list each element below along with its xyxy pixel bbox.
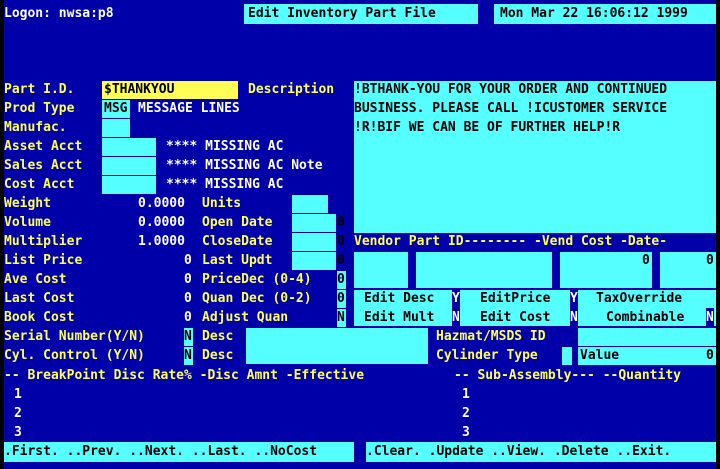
subassembly-row-3[interactable]: 3 — [462, 423, 470, 442]
adjust-quan-value: N — [337, 310, 345, 325]
subassembly-row-1[interactable]: 1 — [462, 385, 470, 404]
asset-acct-value: **** MISSING AC — [166, 139, 284, 154]
datetime-text: Mon Mar 22 16:06:12 1999 — [500, 6, 688, 21]
prod-type-desc: MESSAGE LINES — [138, 101, 240, 116]
desc-field[interactable] — [246, 328, 428, 364]
volume-value[interactable]: 0.0000 — [138, 213, 185, 232]
close-date-value: 0 — [337, 234, 345, 249]
combinable-label: Combinable — [606, 310, 685, 325]
quan-dec-value: 0 — [337, 291, 345, 306]
manufac-label: Manufac. — [4, 120, 67, 135]
book-cost-value[interactable]: 0 — [184, 308, 192, 327]
sales-acct-value: **** MISSING AC Note — [166, 158, 323, 173]
screen-title: Edit Inventory Part File — [248, 6, 436, 21]
cylinder-type-label: Cylinder Type — [436, 348, 538, 363]
ave-cost-label: Ave Cost — [4, 272, 67, 287]
last-cost-label: Last Cost — [4, 291, 75, 306]
list-price-value[interactable]: 0 — [184, 251, 192, 270]
last-updt-value: 0 — [337, 253, 345, 268]
close-date-label: CloseDate — [202, 234, 273, 249]
ave-cost-value[interactable]: 0 — [184, 270, 192, 289]
subassembly-row-2[interactable]: 2 — [462, 404, 470, 423]
units-label: Units — [202, 196, 242, 211]
serial-label: Serial Number(Y/N) — [4, 329, 145, 344]
cyl-control-value: N — [184, 348, 192, 363]
sales-acct-label: Sales Acct — [4, 158, 83, 173]
logon-text: Logon: nwsa:p8 — [4, 6, 114, 21]
subassembly-header: -- Sub-Assembly--- --Quantity — [454, 368, 681, 383]
vend-date-value: 0 — [706, 253, 714, 268]
price-dec-value: 0 — [337, 272, 345, 287]
asset-acct-label: Asset Acct — [4, 139, 83, 154]
part-id-label: Part I.D. — [4, 82, 75, 97]
vendor-header: Vendor Part ID-------- -Vend Cost -Date- — [354, 234, 668, 249]
desc-label-1: Desc — [202, 329, 234, 344]
prod-type-label: Prod Type — [4, 101, 75, 116]
manufac-field[interactable] — [102, 119, 130, 137]
description-line-2: BUSINESS. PLEASE CALL !ICUSTOMER SERVICE — [354, 101, 668, 116]
edit-desc-value[interactable]: Y — [452, 289, 460, 308]
vendor-part-id-field[interactable] — [416, 252, 552, 288]
breakpoint-row-1[interactable]: 1 — [14, 385, 22, 404]
edit-cost-value[interactable]: N — [570, 308, 578, 327]
breakpoint-row-2[interactable]: 2 — [14, 404, 22, 423]
breakpoint-row-3[interactable]: 3 — [14, 423, 22, 442]
edit-price-label: EditPrice — [480, 291, 551, 306]
list-price-label: List Price — [4, 253, 83, 268]
multiplier-value[interactable]: 1.0000 — [138, 232, 185, 251]
part-id-value: $THANKYOU — [104, 82, 175, 97]
desc-label-2: Desc — [202, 348, 234, 363]
serial-value: N — [184, 329, 192, 344]
value-label: Value — [580, 348, 620, 363]
tax-override-label: TaxOverride — [596, 291, 683, 306]
cost-acct-label: Cost Acct — [4, 177, 75, 192]
last-cost-value[interactable]: 0 — [184, 289, 192, 308]
value-field[interactable] — [634, 347, 716, 365]
description-line-1: !BTHANK-YOU FOR YOUR ORDER AND CONTINUED — [354, 82, 668, 97]
asset-acct-field[interactable] — [102, 138, 156, 156]
sales-acct-field[interactable] — [102, 157, 156, 175]
edit-price-value[interactable]: Y — [570, 289, 578, 308]
last-updt-label: Last Updt — [202, 253, 273, 268]
terminal-screen: Logon: nwsa:p8 Edit Inventory Part File … — [4, 0, 716, 469]
cyl-control-label: Cyl. Control (Y/N) — [4, 348, 145, 363]
menu-bar-right[interactable]: .Clear. .Update ..View. .Delete ..Exit. — [366, 442, 716, 462]
multiplier-label: Multiplier — [4, 234, 83, 249]
vendor-code-field[interactable] — [354, 252, 408, 288]
weight-value[interactable]: 0.0000 — [138, 194, 185, 213]
vend-cost-value: 0 — [642, 253, 650, 268]
edit-mult-value[interactable]: N — [452, 308, 460, 327]
cost-acct-value: **** MISSING AC — [166, 177, 284, 192]
value-value: 0 — [706, 348, 714, 363]
cylinder-type-field[interactable] — [562, 347, 572, 365]
menu-bar-left[interactable]: .First. ..Prev. ..Next. ..Last. ..NoCost — [4, 442, 354, 462]
close-date-field[interactable] — [292, 233, 336, 251]
vend-cost-field[interactable] — [560, 252, 652, 288]
hazmat-label: Hazmat/MSDS ID — [436, 329, 546, 344]
open-date-field[interactable] — [292, 214, 336, 232]
edit-desc-label: Edit Desc — [364, 291, 435, 306]
hazmat-field[interactable] — [578, 328, 716, 346]
open-date-value: 0 — [337, 215, 345, 230]
quan-dec-label: Quan Dec (0-2) — [202, 291, 312, 306]
weight-label: Weight — [4, 196, 51, 211]
edit-mult-label: Edit Mult — [364, 310, 435, 325]
open-date-label: Open Date — [202, 215, 273, 230]
units-field[interactable] — [292, 195, 328, 213]
edit-cost-label: Edit Cost — [480, 310, 551, 325]
description-label: Description — [248, 82, 335, 97]
prod-type-code: MSG — [104, 101, 128, 116]
adjust-quan-label: Adjust Quan — [202, 310, 289, 325]
book-cost-label: Book Cost — [4, 310, 75, 325]
last-updt-field[interactable] — [292, 252, 336, 270]
volume-label: Volume — [4, 215, 51, 230]
price-dec-label: PriceDec (0-4) — [202, 272, 312, 287]
cost-acct-field[interactable] — [102, 176, 156, 194]
description-line-3: !R!BIF WE CAN BE OF FURTHER HELP!R — [354, 120, 621, 135]
breakpoint-header: -- BreakPoint Disc Rate% -Disc Amnt -Eff… — [4, 368, 365, 383]
combinable-value[interactable]: N — [706, 308, 714, 327]
